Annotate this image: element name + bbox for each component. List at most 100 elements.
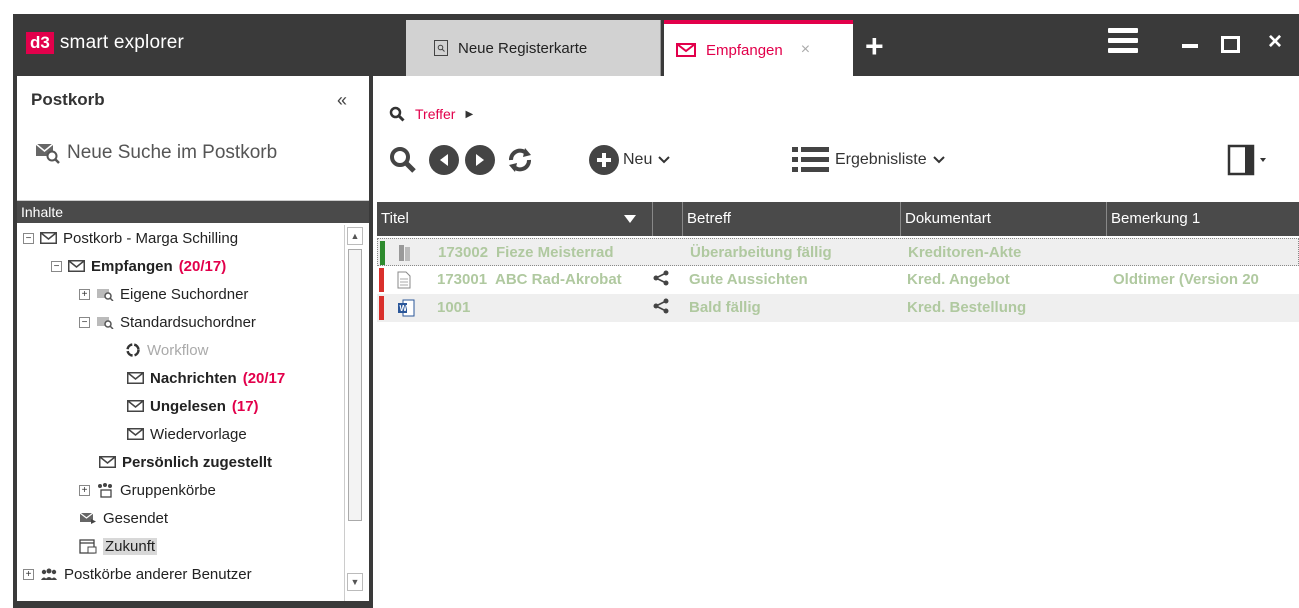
new-button[interactable]: Neu (589, 140, 671, 180)
tab-label: Neue Registerkarte (458, 39, 588, 57)
scroll-thumb[interactable] (348, 249, 362, 521)
expand-toggle-icon[interactable]: + (79, 288, 90, 300)
collapse-toggle-icon[interactable]: − (79, 316, 90, 328)
list-icon (792, 147, 829, 172)
add-tab-button[interactable]: + (865, 30, 884, 62)
tree-item-label: Eigene Suchordner (120, 285, 249, 303)
cell-id: 173001 (437, 271, 488, 288)
cell-id: 173002 (438, 244, 489, 261)
tree-item-label: Empfangen (91, 257, 173, 275)
tree-item-standardsuchordner[interactable]: − Standardsuchordner (79, 309, 256, 335)
refresh-icon (509, 148, 531, 172)
expand-toggle-icon[interactable]: + (79, 484, 90, 496)
envelope-icon (127, 400, 144, 412)
tree-item-zukunft[interactable]: Zukunft (79, 533, 158, 559)
search-icon (390, 147, 416, 173)
envelope-icon (127, 372, 144, 384)
cell-titel (489, 294, 645, 322)
tree-item-ungelesen[interactable]: Ungelesen (17) (127, 393, 259, 419)
tree-scrollbar[interactable]: ▲ ▼ (344, 225, 364, 601)
cell-bemerkung: Oldtimer (Version 20 (1113, 271, 1259, 288)
sort-dropdown-icon[interactable] (623, 214, 637, 224)
tree-item-postkorb[interactable]: − Postkorb - Marga Schilling (23, 225, 238, 251)
tree-item-label: Ungelesen (150, 397, 226, 415)
users-icon (41, 568, 57, 580)
result-list-button[interactable]: Ergebnisliste (791, 140, 946, 180)
tree-item-label: Gesendet (103, 509, 169, 527)
layout-toggle-button[interactable] (1227, 140, 1267, 180)
status-indicator (379, 268, 384, 292)
tree-item-gesendet[interactable]: Gesendet (79, 505, 168, 531)
search-document-icon (434, 40, 448, 56)
column-header-titel[interactable]: Titel (377, 202, 653, 236)
share-icon[interactable] (653, 298, 669, 319)
next-button[interactable] (465, 140, 495, 180)
breadcrumb-arrow-icon: ▶ (465, 108, 474, 120)
collapse-toggle-icon[interactable]: − (23, 232, 34, 244)
tree-item-label: Zukunft (103, 537, 158, 555)
tree-item-label: Nachrichten (150, 369, 237, 387)
calendar-mail-icon (79, 539, 97, 554)
cell-dokumentart: Kred. Bestellung (907, 299, 1027, 316)
status-indicator (379, 296, 384, 320)
column-header-share (653, 202, 683, 236)
close-tab-icon[interactable]: × (801, 41, 810, 59)
close-window-button[interactable]: × (1268, 28, 1282, 56)
cell-id: 1001 (437, 299, 471, 316)
table-row[interactable]: 173002 Fieze Meisterrad Überarbeitung fäll… (377, 238, 1299, 266)
mail-search-icon (35, 143, 60, 164)
result-list-label: Ergebnisliste (835, 151, 927, 168)
new-button-label: Neu (623, 151, 653, 168)
column-label: Dokumentart (905, 210, 991, 227)
panel-resize-handle[interactable] (17, 601, 369, 608)
tree-item-postkoerbe-anderer-benutzer[interactable]: + Postkörbe anderer Benutzer (23, 561, 252, 587)
cell-titel: ABC Rad-Akrobat (495, 271, 622, 288)
minimize-button[interactable] (1182, 44, 1198, 48)
scroll-up-icon[interactable]: ▲ (347, 227, 363, 245)
refresh-button[interactable] (505, 140, 535, 180)
column-label: Betreff (687, 210, 731, 227)
cell-dokumentart: Kreditoren-Akte (908, 244, 1022, 261)
tree-item-nachrichten[interactable]: Nachrichten (20/17 (127, 365, 285, 391)
word-document-icon: W (397, 299, 415, 317)
tree-item-gruppenkoerbe[interactable]: + Gruppenkörbe (79, 477, 216, 503)
logo-text: smart explorer (59, 32, 185, 53)
cell-betreff: Gute Aussichten (689, 271, 808, 288)
column-label: Titel (381, 210, 409, 227)
cell-bemerkung (1113, 294, 1299, 322)
column-header-betreff[interactable]: Betreff (683, 202, 901, 236)
share-icon[interactable] (653, 270, 669, 291)
column-header-dokumentart[interactable]: Dokumentart (901, 202, 1107, 236)
chevron-down-icon (932, 156, 945, 164)
tree-item-wiedervorlage[interactable]: Wiedervorlage (127, 421, 247, 447)
tree-item-persoenlich-zugestellt[interactable]: Persönlich zugestellt (99, 449, 272, 475)
tree-item-empfangen[interactable]: − Empfangen (20/17) (51, 253, 226, 279)
table-row[interactable]: 173001 ABC Rad-Akrobat Gute Aussichten Kred… (377, 266, 1299, 294)
column-header-bemerkung[interactable]: Bemerkung 1 (1107, 202, 1299, 236)
collapse-panel-button[interactable]: « (337, 90, 347, 111)
menu-icon[interactable] (1108, 28, 1138, 58)
folder-tree: − Postkorb - Marga Schilling − Empfangen… (17, 225, 343, 601)
tree-item-eigene-suchordner[interactable]: + Eigene Suchordner (79, 281, 248, 307)
title-bar: d3 smart explorer Neue Registerkarte Emp… (0, 0, 1299, 76)
grid-header: Titel Betreff Dokumentart Bemerkung 1 (377, 202, 1299, 236)
tab-neue-registerkarte[interactable]: Neue Registerkarte (406, 20, 661, 76)
expand-toggle-icon[interactable]: + (23, 568, 34, 580)
search-button[interactable] (389, 140, 417, 180)
scroll-down-icon[interactable]: ▼ (347, 573, 363, 591)
envelope-icon (127, 428, 144, 440)
cell-betreff: Überarbeitung fällig (690, 244, 832, 261)
new-search-button[interactable]: Neue Suche im Postkorb (35, 142, 277, 164)
search-folder-icon (97, 317, 114, 329)
breadcrumb-treffer[interactable]: Treffer (415, 106, 455, 122)
toolbar: Neu Ergebnisliste (381, 140, 1299, 180)
new-search-label: Neue Suche im Postkorb (67, 142, 278, 163)
previous-button[interactable] (429, 140, 459, 180)
tree-item-workflow[interactable]: Workflow (125, 337, 208, 363)
tab-empfangen[interactable]: Empfangen × (664, 20, 853, 76)
collapse-toggle-icon[interactable]: − (51, 260, 62, 272)
search-folder-icon (97, 289, 114, 301)
cell-dokumentart: Kred. Angebot (907, 271, 1010, 288)
maximize-button[interactable] (1221, 36, 1240, 53)
table-row[interactable]: W 1001 Bald fällig Kred. Bestellung (377, 294, 1299, 322)
